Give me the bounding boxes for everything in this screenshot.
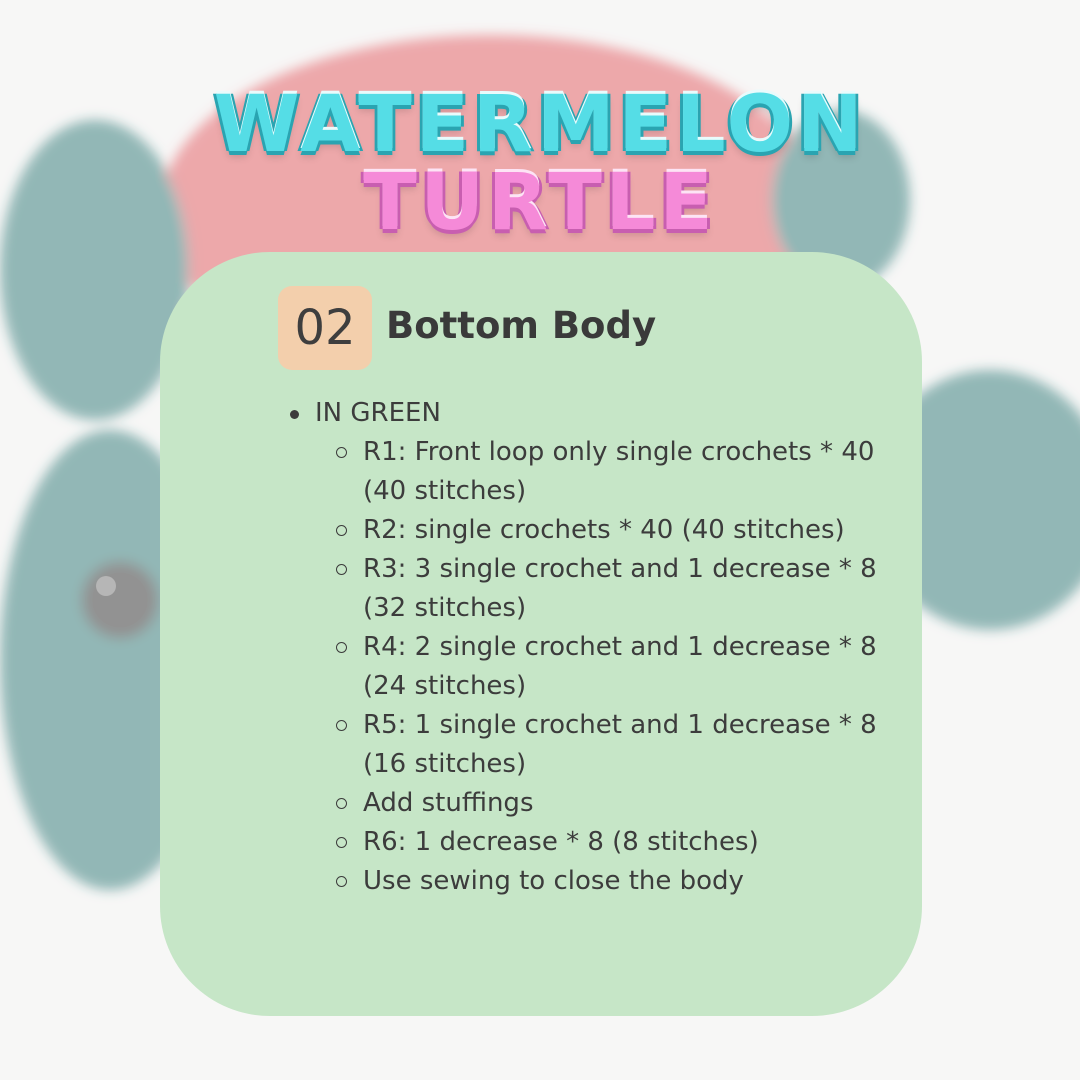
step-text: R4: 2 single crochet and 1 decrease * 8 … — [363, 632, 877, 701]
circle-bullet-icon — [336, 837, 347, 848]
circle-bullet-icon — [336, 447, 347, 458]
title-line-1: WATERMELON — [213, 80, 867, 170]
step-item-r5: R5: 1 single crochet and 1 decrease * 8 … — [336, 706, 908, 784]
step-text: R1: Front loop only single crochets * 40… — [363, 437, 875, 506]
circle-bullet-icon — [336, 525, 347, 536]
step-text: R5: 1 single crochet and 1 decrease * 8 … — [363, 710, 877, 779]
step-item-r3: R3: 3 single crochet and 1 decrease * 8 … — [336, 550, 908, 628]
circle-bullet-icon — [336, 564, 347, 575]
step-text: R6: 1 decrease * 8 (8 stitches) — [363, 827, 759, 857]
step-text: Use sewing to close the body — [363, 866, 744, 896]
step-item-r1: R1: Front loop only single crochets * 40… — [336, 433, 908, 511]
instruction-list: IN GREEN R1: Front loop only single croc… — [288, 394, 908, 901]
circle-bullet-icon — [336, 642, 347, 653]
step-text: R3: 3 single crochet and 1 decrease * 8 … — [363, 554, 877, 623]
step-text: R2: single crochets * 40 (40 stitches) — [363, 515, 845, 545]
step-item-sew: Use sewing to close the body — [336, 862, 908, 901]
circle-bullet-icon — [336, 876, 347, 887]
bullet-icon — [290, 410, 299, 419]
step-number-badge: 02 — [278, 286, 372, 370]
section-label: IN GREEN — [315, 398, 441, 428]
circle-bullet-icon — [336, 798, 347, 809]
step-item-r6: R6: 1 decrease * 8 (8 stitches) — [336, 823, 908, 862]
step-list: R1: Front loop only single crochets * 40… — [288, 433, 908, 901]
circle-bullet-icon — [336, 720, 347, 731]
step-item-stuffing: Add stuffings — [336, 784, 908, 823]
title-line-2: TURTLE — [363, 158, 717, 248]
step-title: Bottom Body — [386, 304, 657, 347]
section-item: IN GREEN — [288, 394, 908, 433]
step-item-r4: R4: 2 single crochet and 1 decrease * 8 … — [336, 628, 908, 706]
step-item-r2: R2: single crochets * 40 (40 stitches) — [336, 511, 908, 550]
step-text: Add stuffings — [363, 788, 534, 818]
